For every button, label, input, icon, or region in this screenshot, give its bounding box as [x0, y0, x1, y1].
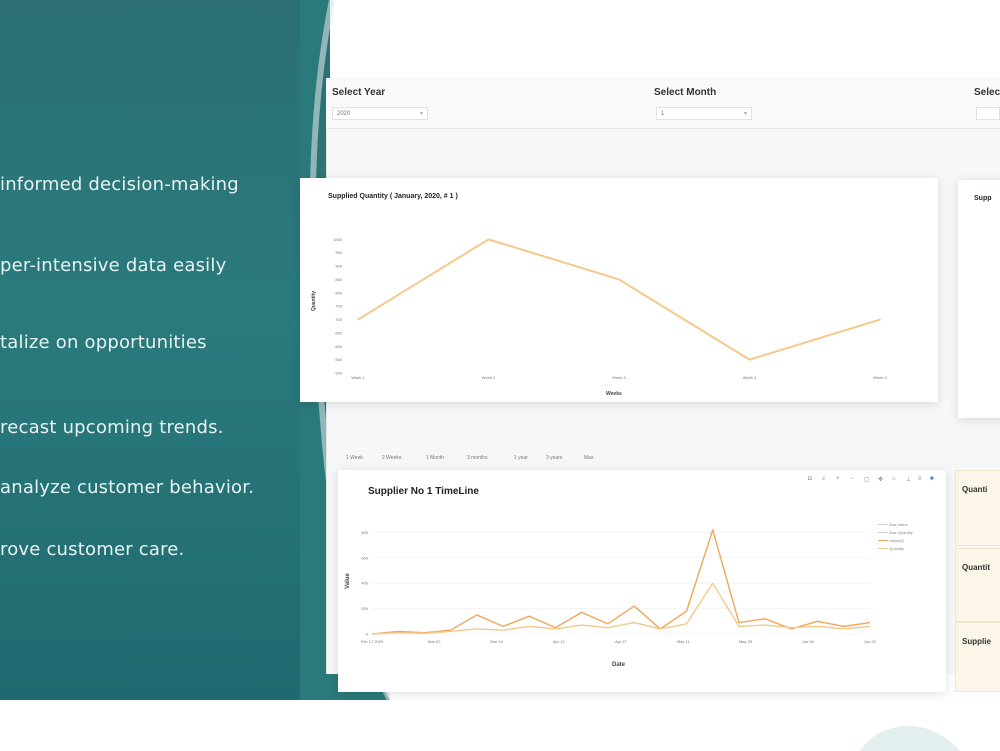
stat-card-title: Supplie	[962, 637, 991, 646]
feature-line-5: analyze customer behavior.	[0, 477, 255, 498]
partial-chart-title: Supp	[974, 195, 992, 202]
third-filter-label: Selec	[974, 87, 1000, 98]
bottom-decoration	[860, 725, 960, 751]
y-tick-label: 600	[335, 344, 342, 349]
y-tick-label: 500	[335, 371, 342, 376]
supplied-quantity-card: Supplied Quantity ( January, 2020, # 1 )…	[300, 178, 938, 402]
chevron-down-icon: ▾	[743, 111, 747, 117]
range-max-button[interactable]: Max	[584, 455, 593, 461]
timeline-series-line	[371, 529, 871, 635]
feature-line-4: recast upcoming trends.	[0, 417, 224, 438]
y-tick-label: 750	[335, 304, 342, 309]
range-1week-button[interactable]: 1 Week	[346, 455, 363, 461]
legend-item[interactable]: Value(#)	[878, 538, 904, 543]
x-tick-label: Week 5	[873, 375, 887, 380]
range-3months-button[interactable]: 3 months	[467, 455, 488, 461]
feature-line-6: rove customer care.	[0, 539, 185, 560]
x-tick-label: Week 3	[612, 375, 626, 380]
month-select-value: 1	[661, 111, 665, 117]
y-tick-label: 950	[335, 250, 342, 255]
y-tick-label: 650	[335, 330, 342, 335]
y-tick-label: 900	[335, 264, 342, 269]
timeline-x-axis-title: Date	[612, 662, 626, 668]
y-tick-label: 550	[335, 357, 342, 362]
year-filter-label: Select Year	[332, 87, 386, 98]
x-tick-label: Apr 13	[553, 639, 566, 644]
range-3years-button[interactable]: 3 years	[546, 455, 562, 461]
range-1month-button[interactable]: 1 Month	[426, 455, 444, 461]
filter-bar: Select Year 2020 ▾ Select Month 1 ▾ Sele…	[326, 80, 1000, 129]
stat-card-title: Quantit	[962, 563, 990, 572]
x-tick-label: Apr 27	[615, 639, 628, 644]
supplier-timeline-chart: 800 600 400 200 0 Feb 17 2020 Mar 02 Mar 16 Apr …	[361, 529, 877, 644]
x-tick-label: Feb 17 2020	[361, 639, 384, 644]
partial-chart-card: Supp	[958, 180, 1000, 418]
weekly-quantity-chart: 1000 950 900 850 800 750 700 650 600 550 500 Week 1…	[333, 237, 887, 380]
legend-item[interactable]: Max Value	[878, 522, 908, 527]
x-tick-label: Jun 22	[864, 639, 877, 644]
y-tick-label: 800	[361, 530, 368, 535]
y-axis-title: Quantity	[311, 290, 318, 312]
data-point	[618, 278, 620, 281]
data-point	[879, 318, 881, 321]
x-tick-label: Jun 08	[802, 639, 815, 644]
quantity-stat-card-2: Quantit	[955, 548, 1000, 622]
data-point	[487, 238, 490, 241]
y-tick-label: 600	[361, 555, 368, 560]
x-tick-label: Week 1	[351, 375, 365, 380]
data-point	[748, 358, 751, 361]
feature-line-3: talize on opportunities	[0, 332, 207, 353]
y-tick-label: 200	[361, 606, 368, 611]
y-tick-label: 800	[335, 290, 342, 295]
stat-card-title: Quanti	[962, 485, 988, 494]
month-select[interactable]: 1 ▾	[656, 107, 752, 120]
quantity-stat-card: Quanti	[955, 470, 1000, 546]
y-tick-label: 0	[366, 632, 369, 637]
timeline-legend: Max Value Max Quantity Value(#) Quantity	[878, 522, 944, 562]
x-tick-label: Mar 16	[490, 639, 503, 644]
x-axis-title: Weeks	[606, 391, 622, 397]
range-1year-button[interactable]: 1 year	[514, 455, 528, 461]
chevron-down-icon: ▾	[419, 111, 423, 117]
x-tick-label: Week 4	[743, 375, 757, 380]
y-tick-label: 400	[361, 581, 368, 586]
month-filter-label: Select Month	[654, 87, 717, 98]
feature-line-2: per-intensive data easily	[0, 255, 227, 276]
feature-line-1: informed decision-making	[0, 174, 239, 195]
legend-item[interactable]: Max Quantity	[878, 530, 913, 535]
y-tick-label: 700	[335, 317, 342, 322]
range-2weeks-button[interactable]: 2 Weeks	[382, 455, 401, 461]
year-select-value: 2020	[337, 111, 351, 117]
x-tick-label: May 11	[677, 639, 691, 644]
x-tick-label: Mar 02	[428, 639, 441, 644]
third-select[interactable]	[976, 107, 1000, 120]
timeline-y-axis-title: Value	[344, 573, 351, 589]
supplier-stat-card: Supplie	[955, 622, 1000, 692]
range-selector: 1 Week 2 Weeks 1 Month 3 months 1 year 3…	[340, 452, 620, 468]
year-select[interactable]: 2020 ▾	[332, 107, 428, 120]
timeline-card: Supplier No 1 TimeLine ◘ ⌕ + − ▢ ✥ ⌂ ⊥ ≡…	[338, 470, 946, 692]
y-tick-label: 850	[335, 277, 342, 282]
x-tick-label: Week 2	[482, 375, 496, 380]
legend-item[interactable]: Quantity	[878, 546, 904, 551]
x-tick-label: May 25	[739, 639, 753, 644]
data-point	[357, 318, 359, 321]
quantity-series-line	[357, 238, 881, 361]
y-tick-label: 1000	[333, 237, 343, 242]
